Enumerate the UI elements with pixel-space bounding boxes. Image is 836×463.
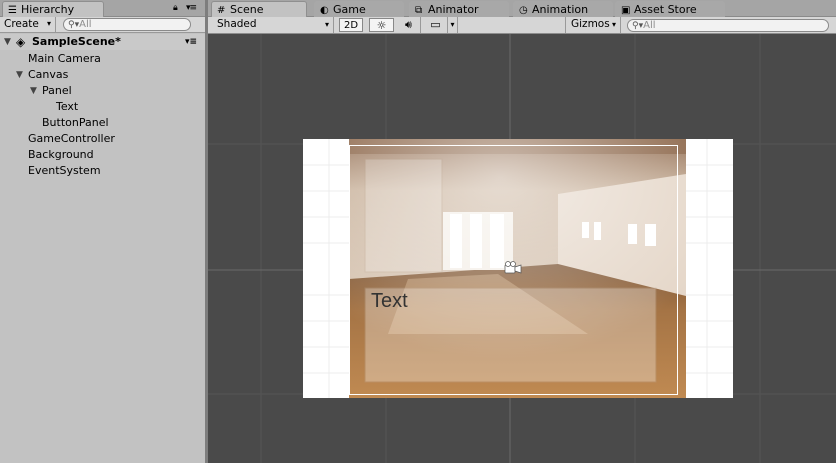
hierarchy-item-label: Text bbox=[56, 100, 79, 113]
scene-toolbar: Shaded ▾ 2D ☼ 🔊︎ ▭ ▾ Gizmos ▾ ⚲▾All bbox=[208, 17, 836, 34]
scene-view-canvas bbox=[208, 34, 836, 463]
scene-panel: # Scene ◐ Game ⧉ Animator ◷ Animation ▣ Asset… bbox=[208, 0, 836, 463]
hierarchy-item-label: Background bbox=[28, 148, 94, 161]
hierarchy-toolbar: Create ▾ ⚲▾All bbox=[0, 17, 205, 33]
scene-viewport[interactable]: Text bbox=[208, 34, 836, 463]
hierarchy-item-label: Main Camera bbox=[28, 52, 101, 65]
animator-icon: ⧉ bbox=[415, 5, 423, 16]
tab-game-label: Game bbox=[333, 3, 366, 16]
lock-icon[interactable]: 🔒︎ bbox=[173, 3, 178, 13]
hierarchy-item-label: Canvas bbox=[28, 68, 69, 81]
hierarchy-item-label: GameController bbox=[28, 132, 115, 145]
audio-icon[interactable]: 🔊︎ bbox=[397, 17, 421, 33]
hierarchy-item-buttonpanel[interactable]: ButtonPanel bbox=[0, 115, 205, 131]
scene-tabbar: # Scene ◐ Game ⧉ Animator ◷ Animation ▣ Asset… bbox=[208, 0, 836, 17]
ui-text-element[interactable]: Text bbox=[371, 290, 408, 313]
shading-mode-dropdown[interactable]: Shaded ▾ bbox=[212, 17, 334, 33]
hierarchy-item-label: Panel bbox=[42, 84, 72, 97]
tab-hierarchy[interactable]: ☰ Hierarchy bbox=[2, 1, 104, 17]
gizmos-dropdown[interactable]: Gizmos ▾ bbox=[565, 17, 621, 33]
expand-triangle-icon[interactable]: ▼ bbox=[4, 34, 11, 50]
chevron-down-icon: ▾ bbox=[46, 19, 51, 28]
menu-icon[interactable]: ▾≡ bbox=[186, 3, 197, 13]
scene-name: SampleScene* bbox=[32, 35, 121, 48]
tab-animator-label: Animator bbox=[428, 3, 479, 16]
hierarchy-search-placeholder: All bbox=[79, 19, 92, 30]
game-icon: ◐ bbox=[320, 5, 329, 16]
store-icon: ▣ bbox=[621, 5, 631, 16]
tab-scene[interactable]: # Scene bbox=[211, 1, 307, 17]
expand-triangle-icon[interactable]: ▼ bbox=[16, 67, 23, 83]
clock-icon: ◷ bbox=[519, 5, 528, 16]
menu-icon[interactable]: ▾≡ bbox=[185, 34, 197, 50]
scene-search-input[interactable]: ⚲▾All bbox=[627, 19, 829, 32]
scene-search-placeholder: All bbox=[643, 20, 656, 31]
image-icon[interactable]: ▭ bbox=[424, 17, 448, 33]
unity-logo-icon: ◈ bbox=[16, 35, 26, 49]
sun-icon[interactable]: ☼ bbox=[369, 18, 394, 32]
hierarchy-tabbar: ☰ Hierarchy 🔒︎ ▾≡ bbox=[0, 0, 205, 17]
grid-icon: # bbox=[217, 5, 226, 16]
hierarchy-item-main-camera[interactable]: Main Camera bbox=[0, 51, 205, 67]
search-icon: ⚲▾ bbox=[68, 20, 80, 30]
tab-scene-label: Scene bbox=[230, 3, 264, 16]
expand-triangle-icon[interactable]: ▼ bbox=[30, 83, 37, 99]
tab-hierarchy-label: Hierarchy bbox=[21, 3, 75, 16]
tab-asset-store[interactable]: ▣ Asset Store bbox=[615, 1, 725, 17]
ui-panel[interactable] bbox=[364, 287, 657, 383]
chevron-down-icon: ▾ bbox=[324, 20, 329, 29]
hierarchy-panel: ☰ Hierarchy 🔒︎ ▾≡ Create ▾ ⚲▾All ▼ ◈ Samp… bbox=[0, 0, 205, 463]
hierarchy-item-label: ButtonPanel bbox=[42, 116, 109, 129]
chevron-down-icon: ▾ bbox=[611, 20, 616, 29]
2d-toggle-label: 2D bbox=[343, 20, 359, 31]
shading-mode-label: Shaded bbox=[217, 18, 257, 30]
search-icon: ⚲▾ bbox=[632, 21, 644, 31]
tab-asset-store-label: Asset Store bbox=[634, 3, 697, 16]
tab-game[interactable]: ◐ Game bbox=[314, 1, 404, 17]
unity-editor: ☰ Hierarchy 🔒︎ ▾≡ Create ▾ ⚲▾All ▼ ◈ Samp… bbox=[0, 0, 836, 463]
hierarchy-icon: ☰ bbox=[8, 5, 17, 16]
tab-animator[interactable]: ⧉ Animator bbox=[409, 1, 509, 17]
create-dropdown[interactable]: Create ▾ bbox=[0, 17, 56, 32]
hierarchy-item-label: EventSystem bbox=[28, 164, 101, 177]
2d-toggle-button[interactable]: 2D bbox=[339, 18, 363, 32]
hierarchy-item-gamecontroller[interactable]: GameController bbox=[0, 131, 205, 147]
hierarchy-item-text[interactable]: Text bbox=[0, 99, 205, 115]
hierarchy-item-background[interactable]: Background bbox=[0, 147, 205, 163]
hierarchy-search-input[interactable]: ⚲▾All bbox=[63, 18, 191, 31]
gizmos-label: Gizmos bbox=[571, 18, 610, 30]
scene-row[interactable]: ▼ ◈ SampleScene* ▾≡ bbox=[0, 34, 205, 50]
hierarchy-item-eventsystem[interactable]: EventSystem bbox=[0, 163, 205, 179]
button-panel[interactable] bbox=[364, 158, 443, 273]
tab-animation-label: Animation bbox=[532, 3, 589, 16]
chevron-down-icon[interactable]: ▾ bbox=[448, 17, 458, 33]
hierarchy-item-panel[interactable]: ▼ Panel bbox=[0, 83, 205, 99]
create-label: Create bbox=[4, 18, 39, 30]
hierarchy-item-canvas[interactable]: ▼ Canvas bbox=[0, 67, 205, 83]
tab-animation[interactable]: ◷ Animation bbox=[513, 1, 613, 17]
